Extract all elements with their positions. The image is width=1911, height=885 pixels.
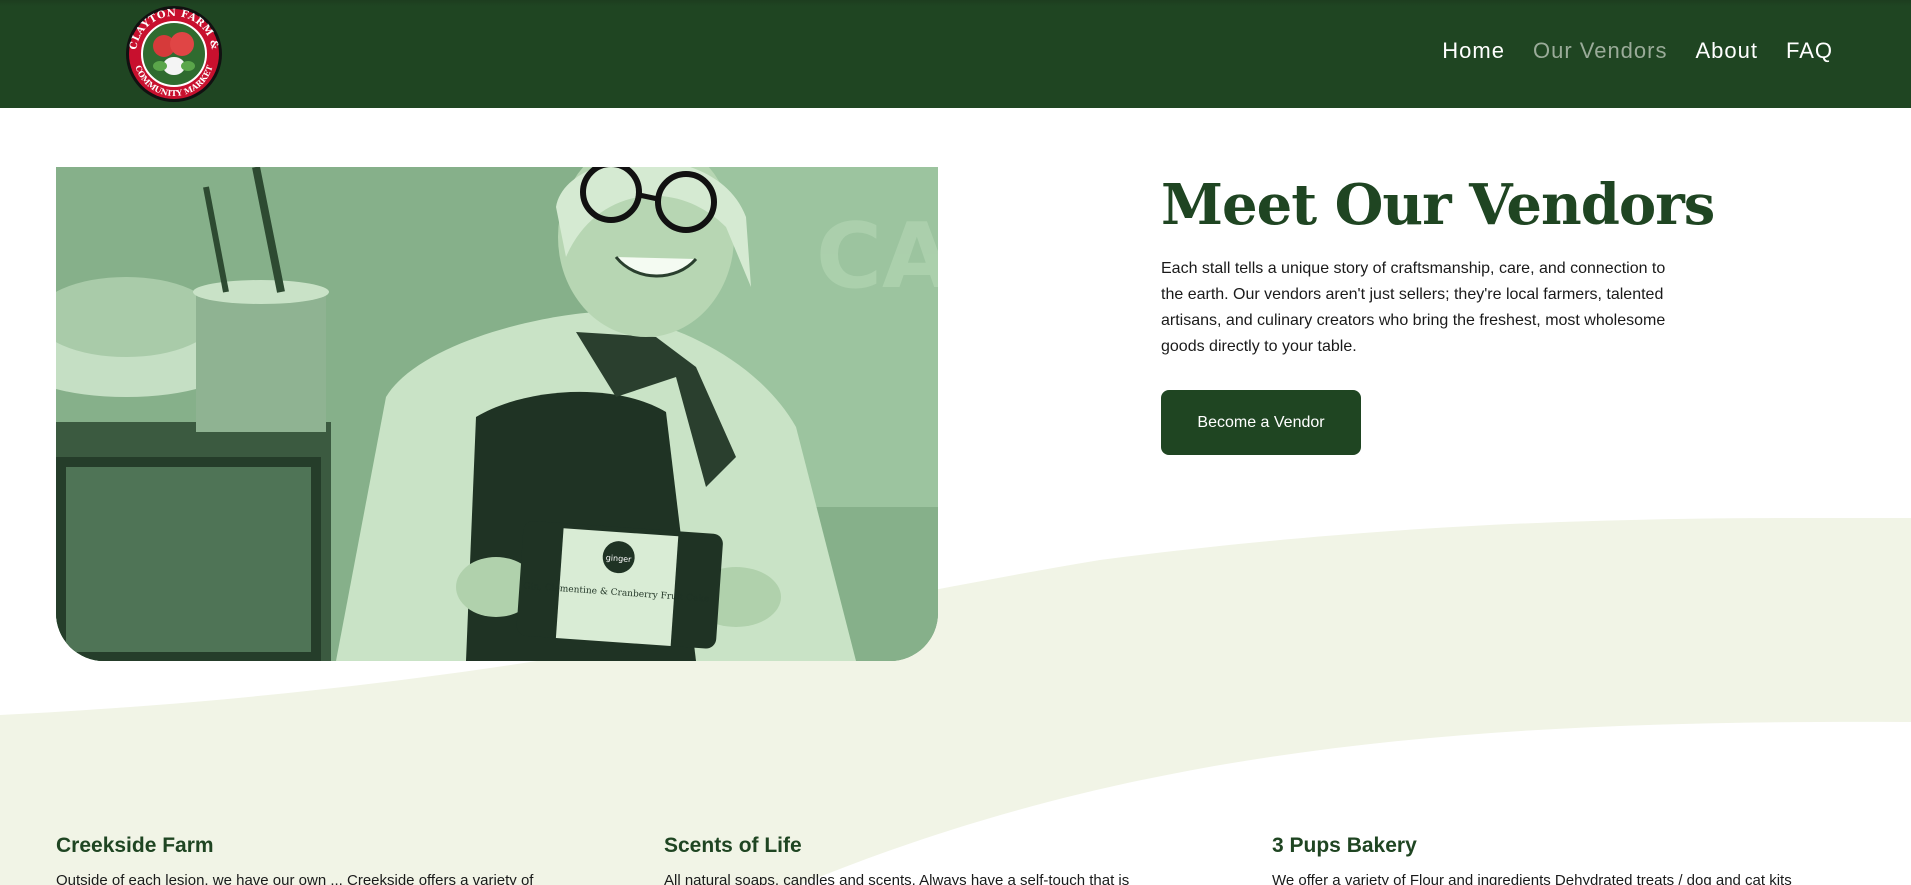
- hero-description: Each stall tells a unique story of craft…: [1161, 260, 1666, 355]
- nav-about[interactable]: About: [1695, 38, 1758, 64]
- product-brand: ginger: [605, 553, 632, 564]
- nav-home[interactable]: Home: [1442, 38, 1505, 64]
- page-title: Meet Our Vendors: [1161, 172, 1715, 238]
- vendor-card[interactable]: Creekside Farm Outside of each lesion, w…: [56, 834, 616, 885]
- become-vendor-button[interactable]: Become a Vendor: [1161, 390, 1361, 455]
- vendor-blurb: All natural soaps, candles and scents. A…: [664, 872, 1130, 885]
- nav-our-vendors[interactable]: Our Vendors: [1533, 38, 1668, 64]
- site-header: CLAYTON FARM & COMMUNITY MARKET Home Our…: [0, 0, 1911, 108]
- nav-faq[interactable]: FAQ: [1786, 38, 1833, 64]
- vendor-card[interactable]: Scents of Life All natural soaps, candle…: [664, 834, 1224, 885]
- market-logo[interactable]: CLAYTON FARM & COMMUNITY MARKET: [124, 4, 224, 104]
- vendor-photo: CA ginger Gin, Clementine & Cranberry Fr…: [56, 167, 938, 661]
- main-nav: Home Our Vendors About FAQ: [1442, 38, 1833, 64]
- vendor-blurb: Outside of each lesion, we have our own …: [56, 872, 534, 885]
- vendor-name: 3 Pups Bakery: [1272, 834, 1417, 857]
- vendor-name: Scents of Life: [664, 834, 802, 857]
- vendor-name: Creekside Farm: [56, 834, 214, 857]
- vendor-blurb: We offer a variety of Flour and ingredie…: [1272, 872, 1792, 885]
- photo-wall-letters: CA: [816, 204, 938, 309]
- vendor-card[interactable]: 3 Pups Bakery We offer a variety of Flou…: [1272, 834, 1911, 885]
